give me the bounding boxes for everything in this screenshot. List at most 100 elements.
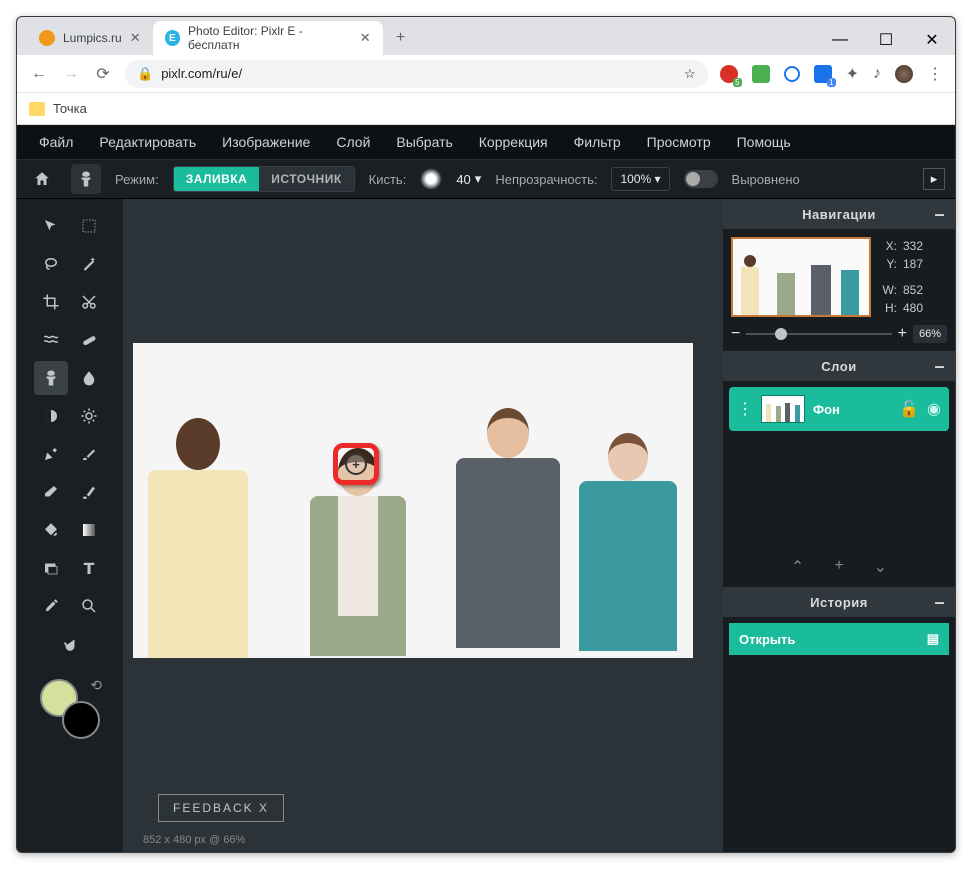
- ext-icon-3[interactable]: [784, 66, 800, 82]
- history-item[interactable]: Открыть ▤: [729, 623, 949, 655]
- home-button[interactable]: [27, 164, 57, 194]
- avatar[interactable]: [895, 65, 913, 83]
- titlebar: Lumpics.ru ✕ E Photo Editor: Pixlr E - б…: [17, 17, 955, 55]
- canvas-image[interactable]: +: [133, 343, 693, 658]
- zoom-value[interactable]: 66%: [913, 325, 947, 343]
- brush-preview[interactable]: [420, 168, 442, 190]
- lock-icon[interactable]: 🔓: [899, 399, 919, 419]
- star-icon[interactable]: ☆: [684, 66, 696, 82]
- opacity-value[interactable]: 100% ▾: [611, 167, 669, 191]
- x-label: X:: [879, 237, 897, 255]
- zoom-out-button[interactable]: −: [731, 325, 740, 343]
- zoom-tool[interactable]: [72, 589, 106, 623]
- blur-tool[interactable]: [72, 361, 106, 395]
- maximize-button[interactable]: ☐: [863, 25, 909, 55]
- music-icon[interactable]: ♪: [873, 65, 881, 83]
- fillbrush-tool[interactable]: [72, 475, 106, 509]
- url-field[interactable]: 🔒 pixlr.com/ru/e/ ☆: [125, 60, 708, 88]
- layer-row[interactable]: ⋮ Фон 🔓 ◉: [729, 387, 949, 431]
- new-tab-button[interactable]: +: [387, 24, 415, 52]
- color-swatches: ⟲: [40, 679, 100, 739]
- expand-panels-button[interactable]: ▸: [923, 168, 945, 190]
- bookmark-item[interactable]: Точка: [53, 101, 87, 116]
- lasso-tool[interactable]: [34, 247, 68, 281]
- menu-select[interactable]: Выбрать: [384, 128, 464, 156]
- brush-tool[interactable]: [72, 437, 106, 471]
- close-icon[interactable]: ✕: [130, 30, 141, 46]
- w-label: W:: [879, 281, 897, 299]
- favicon-lumpics: [39, 30, 55, 46]
- mode-fill[interactable]: ЗАЛИВКА: [174, 167, 260, 191]
- shape-tool[interactable]: [34, 551, 68, 585]
- ext-icon-2[interactable]: [752, 65, 770, 83]
- gradient-tool[interactable]: [72, 513, 106, 547]
- toolbar: ⟲: [17, 199, 123, 852]
- text-tool[interactable]: [72, 551, 106, 585]
- feedback-button[interactable]: FEEDBACK X: [158, 794, 284, 822]
- zoom-slider[interactable]: [746, 333, 891, 335]
- extensions: 5 1 ✦ ♪ ⋮: [720, 64, 943, 84]
- eraser-tool[interactable]: [34, 475, 68, 509]
- sponge-tool[interactable]: [72, 399, 106, 433]
- mode-source[interactable]: ИСТОЧНИК: [259, 167, 353, 191]
- eyedropper-tool[interactable]: [34, 589, 68, 623]
- minimize-icon[interactable]: –: [934, 592, 945, 613]
- brush-size[interactable]: 40▾: [456, 171, 481, 187]
- forward-button[interactable]: →: [61, 65, 81, 83]
- tab-lumpics[interactable]: Lumpics.ru ✕: [27, 21, 153, 55]
- menu-edit[interactable]: Редактировать: [87, 128, 208, 156]
- h-label: H:: [879, 299, 897, 317]
- layer-add-button[interactable]: +: [834, 557, 843, 577]
- dodge-tool[interactable]: [34, 399, 68, 433]
- wand-tool[interactable]: [72, 247, 106, 281]
- nav-thumbnail[interactable]: [731, 237, 871, 317]
- tool-options-bar: Режим: ЗАЛИВКА ИСТОЧНИК Кисть: 40▾ Непро…: [17, 159, 955, 199]
- back-button[interactable]: ←: [29, 65, 49, 83]
- layer-down-button[interactable]: ⌄: [874, 557, 887, 577]
- clone-tool-indicator[interactable]: [71, 164, 101, 194]
- crop-tool[interactable]: [34, 285, 68, 319]
- layer-up-button[interactable]: ⌃: [791, 557, 804, 577]
- menubar: Файл Редактировать Изображение Слой Выбр…: [17, 125, 955, 159]
- liquify-tool[interactable]: [34, 323, 68, 357]
- menu-file[interactable]: Файл: [27, 128, 85, 156]
- menu-layer[interactable]: Слой: [324, 128, 382, 156]
- close-button[interactable]: ✕: [909, 25, 955, 55]
- history-panel: Открыть ▤: [723, 617, 955, 661]
- marquee-tool[interactable]: [72, 209, 106, 243]
- nav-panel: X:332 Y:187 W:852 H:480 − + 66%: [723, 229, 955, 351]
- tab-pixlr[interactable]: E Photo Editor: Pixlr E - бесплатн ✕: [153, 21, 383, 55]
- folder-icon: [29, 102, 45, 116]
- minimize-icon[interactable]: –: [934, 356, 945, 377]
- reload-button[interactable]: ⟳: [93, 64, 113, 84]
- menu-filter[interactable]: Фильтр: [562, 128, 633, 156]
- swap-colors-icon[interactable]: ⟲: [90, 677, 102, 694]
- zoom-in-button[interactable]: +: [898, 325, 907, 343]
- hand-tool[interactable]: [53, 627, 87, 661]
- background-color[interactable]: [62, 701, 100, 739]
- pen-tool[interactable]: [34, 437, 68, 471]
- menu-adjust[interactable]: Коррекция: [467, 128, 560, 156]
- puzzle-icon[interactable]: ✦: [846, 64, 859, 84]
- close-icon[interactable]: ✕: [360, 30, 371, 46]
- visibility-icon[interactable]: ◉: [927, 399, 941, 419]
- ext-icon-1[interactable]: 5: [720, 65, 738, 83]
- aligned-toggle[interactable]: [684, 170, 718, 188]
- layers-panel-header: Слои –: [723, 351, 955, 381]
- menu-icon[interactable]: ⋮: [927, 64, 943, 84]
- menu-view[interactable]: Просмотр: [635, 128, 723, 156]
- list-icon: ▤: [927, 631, 939, 647]
- heal-tool[interactable]: [72, 323, 106, 357]
- coords: X:332 Y:187 W:852 H:480: [879, 237, 923, 317]
- clone-tool[interactable]: [34, 361, 68, 395]
- menu-image[interactable]: Изображение: [210, 128, 322, 156]
- cut-tool[interactable]: [72, 285, 106, 319]
- minimize-icon[interactable]: –: [934, 204, 945, 225]
- ext-icon-4[interactable]: 1: [814, 65, 832, 83]
- drag-icon[interactable]: ⋮: [737, 399, 753, 419]
- minimize-button[interactable]: —: [817, 25, 863, 55]
- move-tool[interactable]: [34, 209, 68, 243]
- menu-help[interactable]: Помощь: [725, 128, 803, 156]
- fill-tool[interactable]: [34, 513, 68, 547]
- clone-source-marker: +: [333, 443, 379, 485]
